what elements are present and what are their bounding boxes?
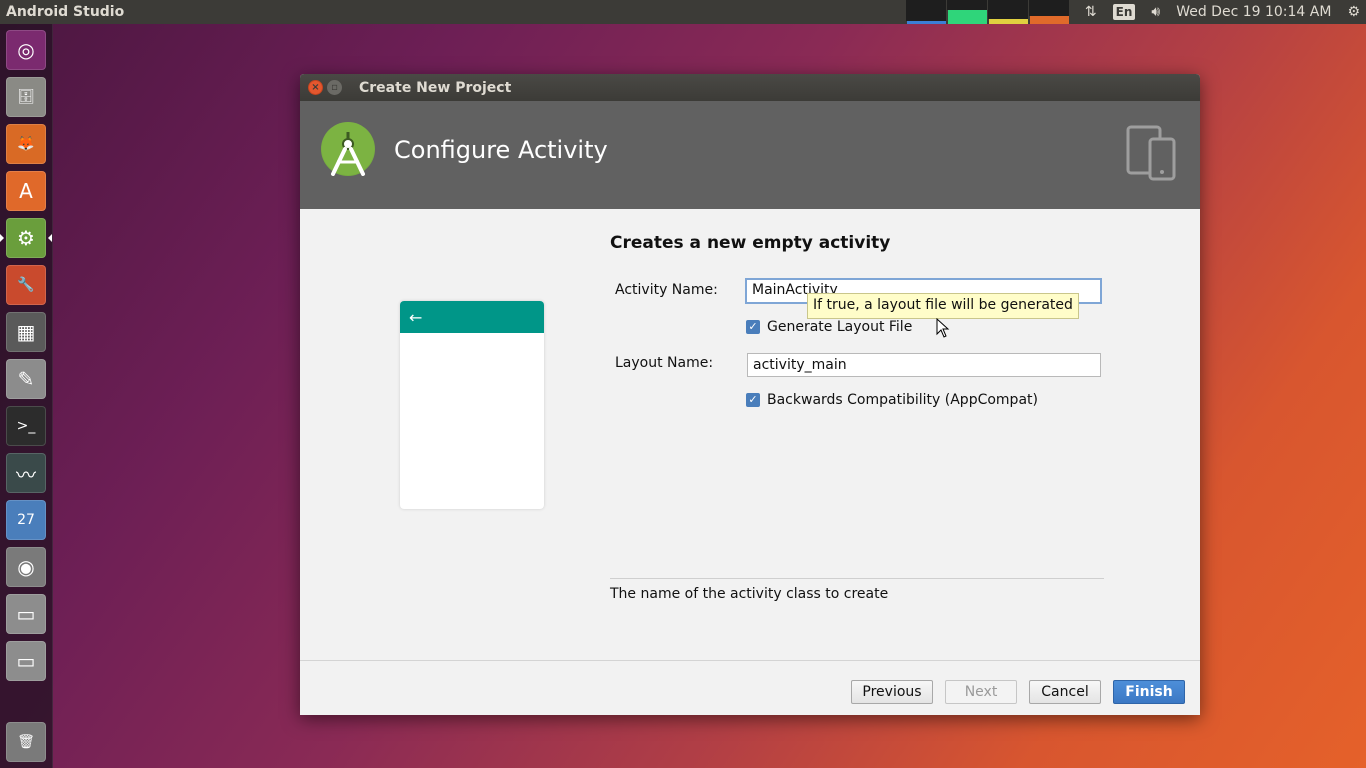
clock[interactable]: Wed Dec 19 10:14 AM	[1168, 0, 1339, 24]
next-button[interactable]: Next	[945, 680, 1017, 704]
network-icon[interactable]: ⇅	[1077, 0, 1105, 24]
top-panel: Android Studio ⇅ En 🔊︎ Wed Dec 19 10:14 …	[0, 0, 1366, 24]
volume-icon[interactable]: 🔊︎	[1143, 0, 1168, 24]
preview-toolbar: ←	[400, 301, 544, 333]
system-settings-icon[interactable]: 🔧	[6, 265, 46, 305]
tooltip: If true, a layout file will be generated	[807, 293, 1079, 319]
keyboard-layout-indicator[interactable]: En	[1105, 0, 1144, 24]
devices-icon	[1126, 125, 1178, 181]
session-gear-icon[interactable]: ⚙	[1339, 0, 1366, 24]
create-new-project-dialog: × ▫ Create New Project Configure Activit…	[300, 74, 1200, 715]
focused-indicator	[48, 234, 52, 242]
wizard-footer: Previous Next Cancel Finish	[300, 660, 1200, 715]
system-monitor-icon[interactable]: 〰	[6, 453, 46, 493]
active-app-title: Android Studio	[6, 4, 125, 20]
generate-layout-checkbox[interactable]: ✓ Generate Layout File	[746, 319, 912, 335]
window-title: Create New Project	[359, 79, 512, 96]
text-editor-icon[interactable]: ✎	[6, 359, 46, 399]
calculator-icon[interactable]: ▦	[6, 312, 46, 352]
maximize-icon[interactable]: ▫	[327, 80, 342, 95]
backwards-compat-checkbox[interactable]: ✓ Backwards Compatibility (AppCompat)	[746, 392, 1038, 408]
page-title: Configure Activity	[394, 136, 608, 164]
android-studio-icon[interactable]: ⚙	[6, 218, 46, 258]
activity-preview: ←	[400, 301, 544, 509]
section-heading: Creates a new empty activity	[610, 233, 891, 253]
trash-icon[interactable]: 🗑	[6, 722, 46, 762]
indicator-area: ⇅ En 🔊︎ Wed Dec 19 10:14 AM ⚙	[904, 0, 1366, 24]
screenshot-icon[interactable]: ◉	[6, 547, 46, 587]
layout-name-field[interactable]: activity_main	[747, 353, 1101, 377]
generate-layout-label: Generate Layout File	[767, 319, 913, 335]
calendar-icon[interactable]: 27	[6, 500, 46, 540]
drive-icon[interactable]: ▭	[6, 594, 46, 634]
finish-button[interactable]: Finish	[1113, 680, 1185, 704]
software-center-icon[interactable]: A	[6, 171, 46, 211]
launcher: ◎ 🗄 🦊 A ⚙ 🔧 ▦ ✎ >_ 〰 27 ◉ ▭ ▭ 🗑	[0, 24, 53, 768]
android-studio-logo-icon	[321, 122, 375, 176]
cancel-button[interactable]: Cancel	[1029, 680, 1101, 704]
wizard-content: ← Creates a new empty activity Activity …	[300, 209, 1200, 660]
running-indicator	[0, 234, 4, 242]
activity-name-label: Activity Name:	[615, 282, 718, 298]
drive-icon-2[interactable]: ▭	[6, 641, 46, 681]
close-icon[interactable]: ×	[308, 80, 323, 95]
backwards-compat-label: Backwards Compatibility (AppCompat)	[767, 392, 1038, 408]
ubuntu-dash-icon[interactable]: ◎	[6, 30, 46, 70]
checkbox-checked-icon[interactable]: ✓	[746, 320, 760, 334]
firefox-icon[interactable]: 🦊	[6, 124, 46, 164]
layout-name-label: Layout Name:	[615, 355, 714, 371]
files-icon[interactable]: 🗄	[6, 77, 46, 117]
dialog-titlebar: × ▫ Create New Project	[300, 74, 1200, 101]
previous-button[interactable]: Previous	[851, 680, 933, 704]
back-arrow-icon: ←	[409, 307, 423, 327]
checkbox-checked-icon[interactable]: ✓	[746, 393, 760, 407]
divider	[610, 578, 1104, 579]
field-description: The name of the activity class to create	[610, 586, 889, 602]
wizard-header: Configure Activity	[300, 101, 1200, 209]
system-load-indicator[interactable]	[904, 0, 1069, 24]
mouse-cursor-icon	[936, 318, 950, 338]
terminal-icon[interactable]: >_	[6, 406, 46, 446]
